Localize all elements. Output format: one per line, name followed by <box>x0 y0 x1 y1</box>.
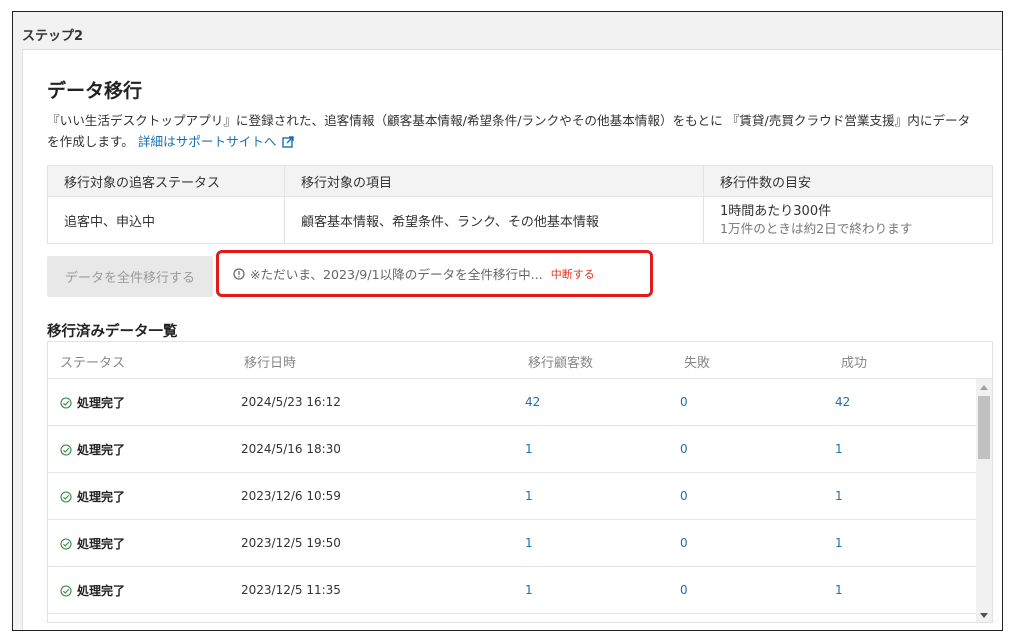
migration-status-box: ※ただいま、2023/9/1以降のデータを全件移行中... 中断する <box>216 250 653 297</box>
check-circle-icon <box>60 490 72 503</box>
list-item: 処理完了 2023/12/6 10:59 1 0 1 <box>48 473 978 520</box>
header-target-items: 移行対象の項目 <box>284 165 704 197</box>
check-circle-icon <box>60 443 72 456</box>
header-target-status: 移行対象の追客ステータス <box>47 165 285 197</box>
row-customers-link[interactable]: 1 <box>525 489 533 503</box>
estimate-sub: 1万件のときは約2日で終わります <box>720 221 913 236</box>
row-customers-link[interactable]: 42 <box>525 395 540 409</box>
support-link-label: 詳細はサポートサイトへ <box>137 134 277 149</box>
row-status: 処理完了 <box>60 441 125 458</box>
estimate-value: 1時間あたり300件 1万件のときは約2日で終わります <box>703 196 993 244</box>
scroll-up-arrow-icon[interactable] <box>980 385 988 390</box>
row-failed-link[interactable]: 0 <box>680 442 688 456</box>
stop-migration-link[interactable]: 中断する <box>551 266 595 282</box>
row-customers-link[interactable]: 1 <box>525 536 533 550</box>
row-status: 処理完了 <box>60 488 125 505</box>
support-site-link[interactable]: 詳細はサポートサイトへ <box>138 134 295 149</box>
list-item: 処理完了 2023/12/5 11:35 1 0 1 <box>48 567 978 614</box>
list-scrollbar[interactable] <box>976 379 992 622</box>
migration-status-message: ※ただいま、2023/9/1以降のデータを全件移行中... <box>250 267 543 282</box>
row-status-label: 処理完了 <box>77 537 126 551</box>
data-migration-card: データ移行 『いい生活デスクトップアプリ』に登録された、追客情報（顧客基本情報/… <box>22 49 1002 630</box>
header-estimate: 移行件数の目安 <box>703 165 993 197</box>
scroll-thumb[interactable] <box>978 396 990 459</box>
col-date: 移行日時 <box>244 356 297 371</box>
col-success: 成功 <box>841 356 868 371</box>
row-status-label: 処理完了 <box>77 490 126 504</box>
step-panel: ステップ2 データ移行 『いい生活デスクトップアプリ』に登録された、追客情報（顧… <box>12 11 1003 631</box>
row-status-label: 処理完了 <box>77 396 126 410</box>
row-status: 処理完了 <box>60 394 125 411</box>
row-date: 2023/12/6 10:59 <box>241 489 341 503</box>
row-failed-link[interactable]: 0 <box>680 536 688 550</box>
check-circle-icon <box>60 537 72 550</box>
list-item: 処理完了 2024/5/16 18:30 1 0 1 <box>48 426 978 473</box>
row-date: 2023/12/5 19:50 <box>241 536 341 550</box>
row-status: 処理完了 <box>60 582 125 599</box>
list-rows: 処理完了 2024/5/23 16:12 42 0 42 処理完了 2024/5… <box>48 379 978 614</box>
target-items-value: 顧客基本情報、希望条件、ランク、その他基本情報 <box>284 196 704 244</box>
row-date: 2024/5/16 18:30 <box>241 442 341 456</box>
row-customers-link[interactable]: 1 <box>525 442 533 456</box>
check-circle-icon <box>60 584 72 597</box>
row-success-link[interactable]: 1 <box>835 583 843 597</box>
migrate-all-button[interactable]: データを全件移行する <box>47 256 213 297</box>
col-customers: 移行顧客数 <box>528 356 594 371</box>
list-header: ステータス 移行日時 移行顧客数 失敗 成功 <box>48 342 992 379</box>
migrated-data-list: ステータス 移行日時 移行顧客数 失敗 成功 処理完了 2024/5/23 16… <box>47 341 993 623</box>
row-failed-link[interactable]: 0 <box>680 395 688 409</box>
col-failed: 失敗 <box>684 356 711 371</box>
row-date: 2023/12/5 11:35 <box>241 583 341 597</box>
list-item: 処理完了 2023/12/5 19:50 1 0 1 <box>48 520 978 567</box>
row-status: 処理完了 <box>60 535 125 552</box>
migration-info-table: 移行対象の追客ステータス 移行対象の項目 移行件数の目安 追客中、申込中 顧客基… <box>47 165 993 244</box>
col-status: ステータス <box>60 356 126 371</box>
row-success-link[interactable]: 1 <box>835 536 843 550</box>
row-success-link[interactable]: 42 <box>835 395 850 409</box>
row-failed-link[interactable]: 0 <box>680 583 688 597</box>
row-failed-link[interactable]: 0 <box>680 489 688 503</box>
scroll-down-arrow-icon[interactable] <box>980 613 988 618</box>
check-circle-icon <box>60 396 72 409</box>
row-success-link[interactable]: 1 <box>835 489 843 503</box>
info-icon <box>233 267 245 280</box>
section-title: データ移行 <box>47 80 143 102</box>
estimate-main: 1時間あたり300件 <box>720 204 832 219</box>
row-date: 2024/5/23 16:12 <box>241 395 341 409</box>
external-link-icon <box>282 136 295 148</box>
list-item: 処理完了 2024/5/23 16:12 42 0 42 <box>48 379 978 426</box>
section-description: 『いい生活デスクトップアプリ』に登録された、追客情報（顧客基本情報/希望条件/ラ… <box>47 110 977 152</box>
row-status-label: 処理完了 <box>77 584 126 598</box>
target-status-value: 追客中、申込中 <box>47 196 285 244</box>
table-row: 追客中、申込中 顧客基本情報、希望条件、ランク、その他基本情報 1時間あたり30… <box>47 196 993 244</box>
migrated-list-title: 移行済みデータ一覧 <box>47 324 178 340</box>
row-customers-link[interactable]: 1 <box>525 583 533 597</box>
step-label: ステップ2 <box>22 29 84 44</box>
row-success-link[interactable]: 1 <box>835 442 843 456</box>
row-status-label: 処理完了 <box>77 443 126 457</box>
